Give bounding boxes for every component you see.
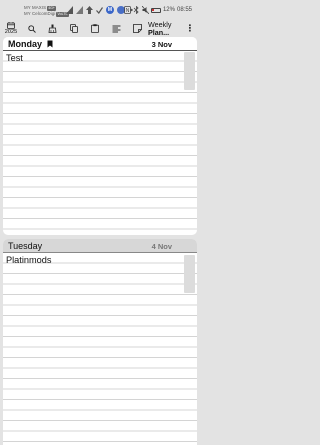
- carrier-2-name: MY CelcomDigi: [24, 11, 56, 16]
- nfc-icon: N: [124, 6, 131, 14]
- search-button[interactable]: [25, 20, 39, 37]
- clipboard-icon: [91, 24, 99, 33]
- notebook-title-button[interactable]: Weekly Plan...: [148, 21, 182, 36]
- day-panel-tuesday: Tuesday 4 Nov Platinmods: [3, 239, 197, 445]
- more-vert-icon: ⋮: [185, 23, 195, 33]
- paste-button[interactable]: [88, 20, 102, 37]
- scrollbar-thumb[interactable]: [184, 52, 195, 90]
- align-button[interactable]: [109, 20, 123, 37]
- signal-2-icon: [76, 6, 83, 14]
- carrier-1-tag: 4G+: [47, 5, 57, 11]
- battery-level: 12%: [162, 7, 175, 13]
- day-date: 4 Nov: [151, 241, 172, 251]
- notebook-title-line2: Plan...: [148, 27, 170, 37]
- toolbar: 2025 Weekly Plan... ⋮: [0, 20, 200, 37]
- more-options-button[interactable]: ⋮: [185, 20, 195, 37]
- align-left-icon: [112, 25, 120, 32]
- check-icon: [96, 6, 103, 14]
- bookmark-icon[interactable]: [47, 40, 53, 48]
- clock: 08:55: [176, 7, 192, 13]
- status-right: N 12% 08:55: [124, 5, 192, 15]
- copy-button[interactable]: [67, 20, 81, 37]
- day-date: 3 Nov: [151, 39, 172, 49]
- copy-icon: [70, 24, 78, 33]
- day-header[interactable]: Monday 3 Nov: [3, 37, 197, 51]
- brush-icon: [48, 24, 56, 33]
- bluetooth-icon: [133, 6, 140, 14]
- carrier-2: MY CelcomDigi VoLTE: [24, 11, 69, 17]
- day-note-text[interactable]: Test: [6, 53, 23, 64]
- day-header[interactable]: Tuesday 4 Nov: [3, 239, 197, 253]
- carrier-1-name: MY MAXIS: [24, 5, 47, 10]
- scrollbar-thumb[interactable]: [184, 255, 195, 293]
- clear-format-button[interactable]: [45, 20, 59, 37]
- note-icon: [132, 24, 142, 33]
- svg-text:N: N: [126, 8, 130, 14]
- day-name: Monday: [8, 39, 43, 49]
- note-button[interactable]: [130, 20, 144, 37]
- mail-app-icon: M: [106, 6, 114, 14]
- day-name: Tuesday: [8, 241, 43, 251]
- signal-icon: [66, 6, 73, 14]
- calendar-year: 2025: [4, 29, 18, 35]
- calendar-icon: [7, 22, 15, 29]
- carrier-1: MY MAXIS 4G+: [24, 5, 57, 11]
- day-panel-monday: Monday 3 Nov Test: [3, 37, 197, 235]
- search-icon: [28, 24, 36, 33]
- lined-note-area[interactable]: [3, 51, 197, 235]
- day-note-text[interactable]: Platinmods: [6, 255, 51, 266]
- mute-icon: [141, 6, 149, 14]
- lined-note-area[interactable]: [3, 253, 197, 445]
- upload-icon: [86, 6, 93, 14]
- status-bar: MY MAXIS 4G+ MY CelcomDigi VoLTE M N 12%…: [0, 0, 200, 20]
- calendar-button[interactable]: 2025: [3, 20, 19, 37]
- battery-icon: [150, 7, 161, 13]
